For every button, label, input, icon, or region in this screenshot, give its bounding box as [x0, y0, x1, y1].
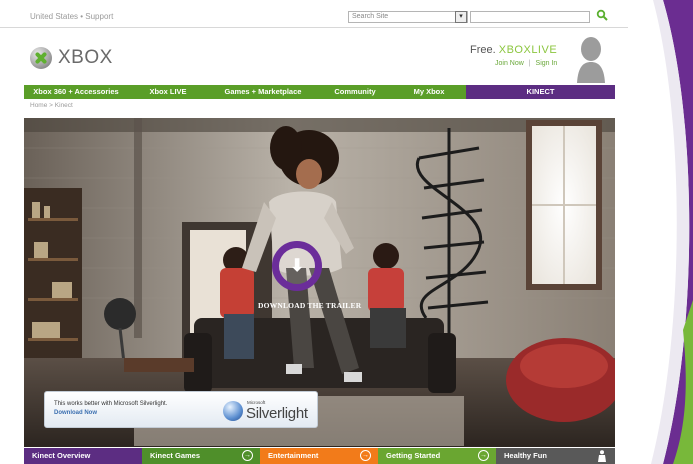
- join-now-link[interactable]: Join Now: [495, 60, 524, 67]
- silverlight-gem-icon: [223, 401, 243, 421]
- download-trailer-button[interactable]: ⬇: [272, 241, 322, 291]
- chevron-down-icon[interactable]: ▾: [455, 11, 467, 23]
- sign-in-link[interactable]: Sign In: [536, 60, 558, 67]
- arrow-right-icon: →: [360, 450, 371, 461]
- search-scope-select[interactable]: Search Site: [348, 11, 468, 23]
- locale-support-links[interactable]: United States • Support: [30, 12, 113, 21]
- page: United States • Support Search Site ▾ XB…: [0, 0, 693, 464]
- nav-item-xbox-live[interactable]: Xbox LIVE: [128, 85, 208, 99]
- tab-entertainment[interactable]: Entertainment →: [260, 448, 378, 464]
- divider: [0, 27, 628, 28]
- search-input[interactable]: [470, 11, 590, 23]
- avatar-silhouette-icon[interactable]: [576, 36, 606, 83]
- account-links: Join Now | Sign In: [495, 60, 557, 67]
- tab-healthy-fun[interactable]: Healthy Fun: [496, 448, 615, 464]
- download-now-link[interactable]: Download Now: [54, 410, 97, 416]
- xbox-sphere-icon: [30, 47, 52, 69]
- decorative-edge: [623, 0, 693, 464]
- silverlight-logo[interactable]: Microsoft Silverlight: [219, 397, 315, 423]
- logo-text: XBOX: [58, 47, 113, 68]
- nav-item-community[interactable]: Community: [318, 85, 392, 99]
- person-icon: [598, 450, 606, 462]
- tab-label: Kinect Overview: [32, 451, 91, 460]
- download-arrow-icon: ⬇: [290, 256, 305, 275]
- breadcrumb[interactable]: Home > Kinect: [30, 102, 73, 109]
- search-icon[interactable]: [596, 9, 610, 23]
- main-nav: Xbox 360 + Accessories Xbox LIVE Games +…: [24, 85, 615, 99]
- tab-getting-started[interactable]: Getting Started →: [378, 448, 496, 464]
- free-label: Free.: [470, 44, 496, 56]
- tab-label: Entertainment: [268, 451, 319, 460]
- link-separator: |: [528, 60, 531, 67]
- tab-label: Kinect Games: [150, 451, 201, 460]
- kinect-tab-bar: Kinect Overview Kinect Games → Entertain…: [24, 448, 615, 464]
- nav-item-my-xbox[interactable]: My Xbox: [392, 85, 466, 99]
- tab-label: Healthy Fun: [504, 451, 547, 460]
- xbox-logo[interactable]: XBOX: [30, 46, 113, 70]
- tab-label: Getting Started: [386, 451, 441, 460]
- arrow-right-icon: →: [478, 450, 489, 461]
- tab-kinect-overview[interactable]: Kinect Overview: [24, 448, 142, 464]
- silverlight-wordmark: Silverlight: [246, 405, 308, 422]
- download-trailer-label[interactable]: DOWNLOAD THE TRAILER: [258, 301, 361, 310]
- xbox-live-promo: Free. XBOXLIVE: [470, 44, 557, 56]
- arrow-right-icon: →: [242, 450, 253, 461]
- nav-item-games[interactable]: Games + Marketplace: [208, 85, 318, 99]
- silverlight-message: This works better with Microsoft Silverl…: [54, 401, 168, 407]
- nav-item-xbox-360[interactable]: Xbox 360 + Accessories: [24, 85, 128, 99]
- tab-kinect-games[interactable]: Kinect Games →: [142, 448, 260, 464]
- xbox-live-logo: XBOXLIVE: [498, 44, 558, 56]
- utility-bar: United States • Support Search Site ▾: [22, 8, 622, 26]
- silverlight-notice: This works better with Microsoft Silverl…: [44, 391, 318, 428]
- nav-item-kinect[interactable]: KINECT: [466, 85, 615, 99]
